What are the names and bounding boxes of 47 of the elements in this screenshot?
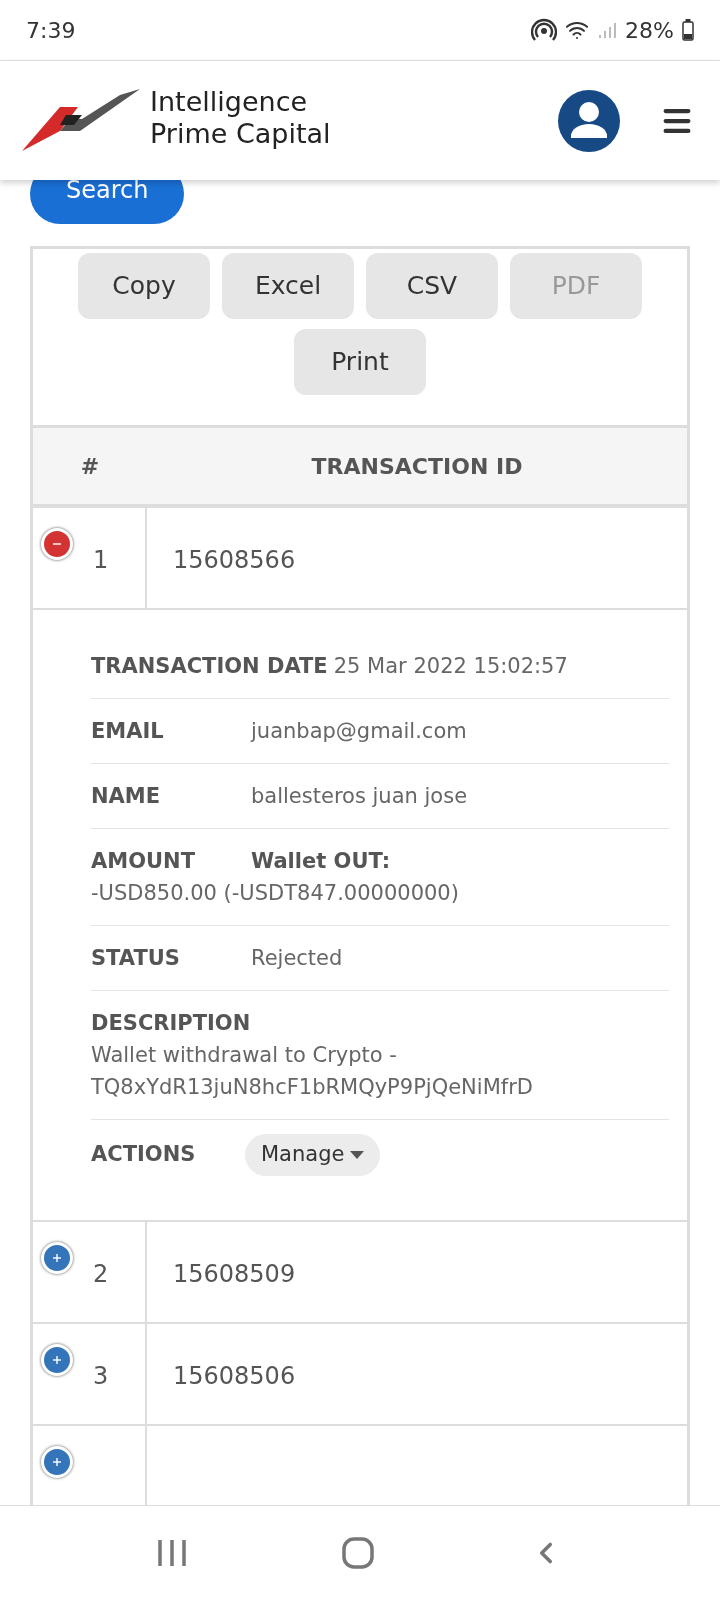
column-header: # — [79, 452, 101, 481]
signal-icon — [597, 20, 618, 40]
expand-toggle[interactable] — [41, 1446, 73, 1478]
detail-label: EMAIL — [91, 718, 165, 745]
detail-value: Wallet withdrawal to Crypto - TQ8xYdR13juN8hcF1bRMQyP9PjQeNiMfrD — [91, 1042, 534, 1101]
user-avatar-icon[interactable] — [558, 89, 620, 152]
logo-text: Prime Capital — [150, 117, 331, 150]
collapse-toggle[interactable] — [41, 528, 73, 560]
table-cell: 15608506 — [173, 1362, 296, 1390]
detail-value: -USD850.00 (-USDT847.00000000) — [91, 880, 460, 907]
table-cell: 15608509 — [173, 1260, 296, 1288]
export-button[interactable]: Excel — [222, 253, 354, 319]
detail-label: ACTIONS — [91, 1141, 197, 1169]
search-button[interactable]: Search — [30, 180, 185, 224]
plus-icon — [52, 1457, 62, 1467]
detail-label: STATUS — [91, 945, 181, 972]
export-button[interactable]: Copy — [78, 253, 210, 319]
manage-dropdown[interactable]: Manage — [245, 1134, 381, 1176]
plus-icon — [52, 1253, 62, 1263]
expand-toggle[interactable] — [41, 1344, 73, 1376]
column-header: TRANSACTION ID — [310, 452, 524, 481]
table-cell: 3 — [93, 1362, 109, 1390]
detail-value: ballesteros juan jose — [251, 783, 468, 810]
table-cell: 2 — [93, 1260, 109, 1288]
detail-label: TRANSACTION DATE — [91, 653, 328, 680]
detail-value: Wallet OUT: — [251, 848, 391, 875]
logo-icon — [20, 88, 142, 153]
expand-toggle[interactable] — [41, 1242, 73, 1274]
detail-value: Rejected — [251, 945, 343, 972]
export-button[interactable]: Print — [294, 329, 426, 395]
home-icon[interactable] — [342, 1537, 374, 1569]
hotspot-icon — [531, 18, 558, 42]
plus-icon — [52, 1355, 62, 1365]
detail-label: NAME — [91, 783, 162, 810]
recent-apps-icon[interactable] — [157, 1538, 188, 1568]
detail-value: juanbap@gmail.com — [251, 718, 467, 745]
battery-percent: 28% — [625, 16, 674, 45]
table-cell: 1 — [93, 546, 109, 574]
caret-icon — [350, 1151, 365, 1159]
detail-label: DESCRIPTION — [91, 1010, 251, 1037]
detail-label: AMOUNT — [91, 848, 196, 875]
detail-value: 25 Mar 2022 15:02:57 — [333, 653, 568, 680]
export-button[interactable]: CSV — [366, 253, 498, 319]
clock: 7:39 — [26, 16, 76, 45]
battery-icon — [682, 19, 694, 41]
logo-text: Intelligence — [150, 85, 309, 118]
table-cell: 15608566 — [173, 546, 296, 574]
